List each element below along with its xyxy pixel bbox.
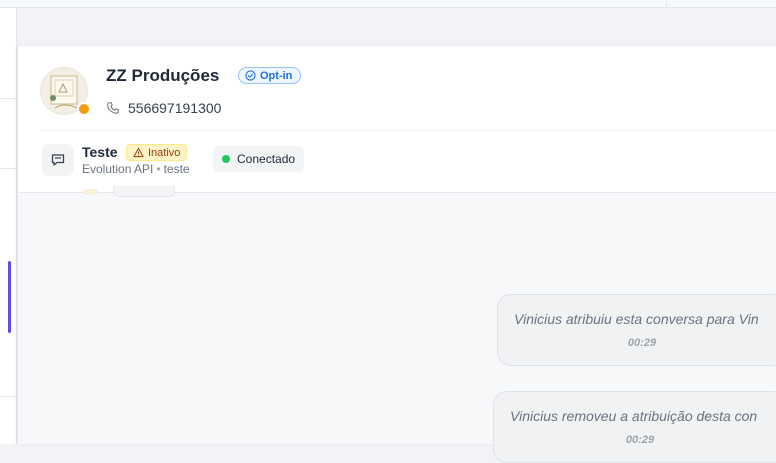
top-bar-divider — [666, 0, 667, 7]
list-divider — [0, 168, 16, 169]
list-divider — [0, 396, 16, 397]
inbox-instance: teste — [163, 162, 190, 176]
conversation-header: ZZ Produções Opt-in 556697191300 Teste I… — [18, 46, 776, 193]
warning-triangle-icon — [133, 147, 144, 158]
contact-phone: 556697191300 — [128, 100, 222, 116]
inbox-name: Teste — [82, 144, 118, 160]
inactive-label: Inativo — [148, 146, 181, 159]
list-divider — [0, 98, 16, 99]
optin-label: Opt-in — [260, 69, 293, 82]
connection-status-label: Conectado — [237, 152, 296, 166]
optin-badge: Opt-in — [238, 67, 302, 84]
message-reaction-icon — [84, 189, 98, 195]
presence-status-dot — [77, 102, 91, 116]
activity-message-time: 00:29 — [625, 434, 655, 446]
inbox-separator: • — [156, 162, 161, 176]
header-divider — [40, 130, 776, 131]
activity-message: Vinicius atribuiu esta conversa para Vin… — [497, 294, 776, 366]
connection-status-chip: Conectado — [213, 146, 305, 172]
activity-message: Vinicius removeu a atribuição desta con … — [493, 391, 776, 463]
chat-bubble-icon — [51, 154, 65, 166]
top-bar — [0, 0, 776, 8]
inbox-details: Evolution API • teste — [82, 162, 190, 176]
previous-message-bubble — [113, 186, 175, 197]
check-circle-icon — [245, 70, 256, 81]
inbox-channel-icon — [42, 144, 74, 176]
inbox-provider: Evolution API — [82, 162, 154, 176]
active-conversation-indicator — [8, 261, 11, 333]
activity-message-text: Vinicius removeu a atribuição desta con — [510, 408, 758, 424]
contact-name: ZZ Produções — [106, 66, 220, 85]
conversation-list-strip[interactable] — [0, 8, 17, 444]
connection-status-dot — [222, 155, 230, 163]
phone-row[interactable]: 556697191300 — [106, 100, 221, 116]
phone-icon — [107, 102, 119, 114]
conversation-panel: ZZ Produções Opt-in 556697191300 Teste I… — [17, 46, 776, 463]
inactive-badge: Inativo — [126, 144, 188, 161]
activity-message-text: Vinicius atribuiu esta conversa para Vin — [514, 311, 759, 327]
activity-message-time: 00:29 — [627, 337, 657, 349]
